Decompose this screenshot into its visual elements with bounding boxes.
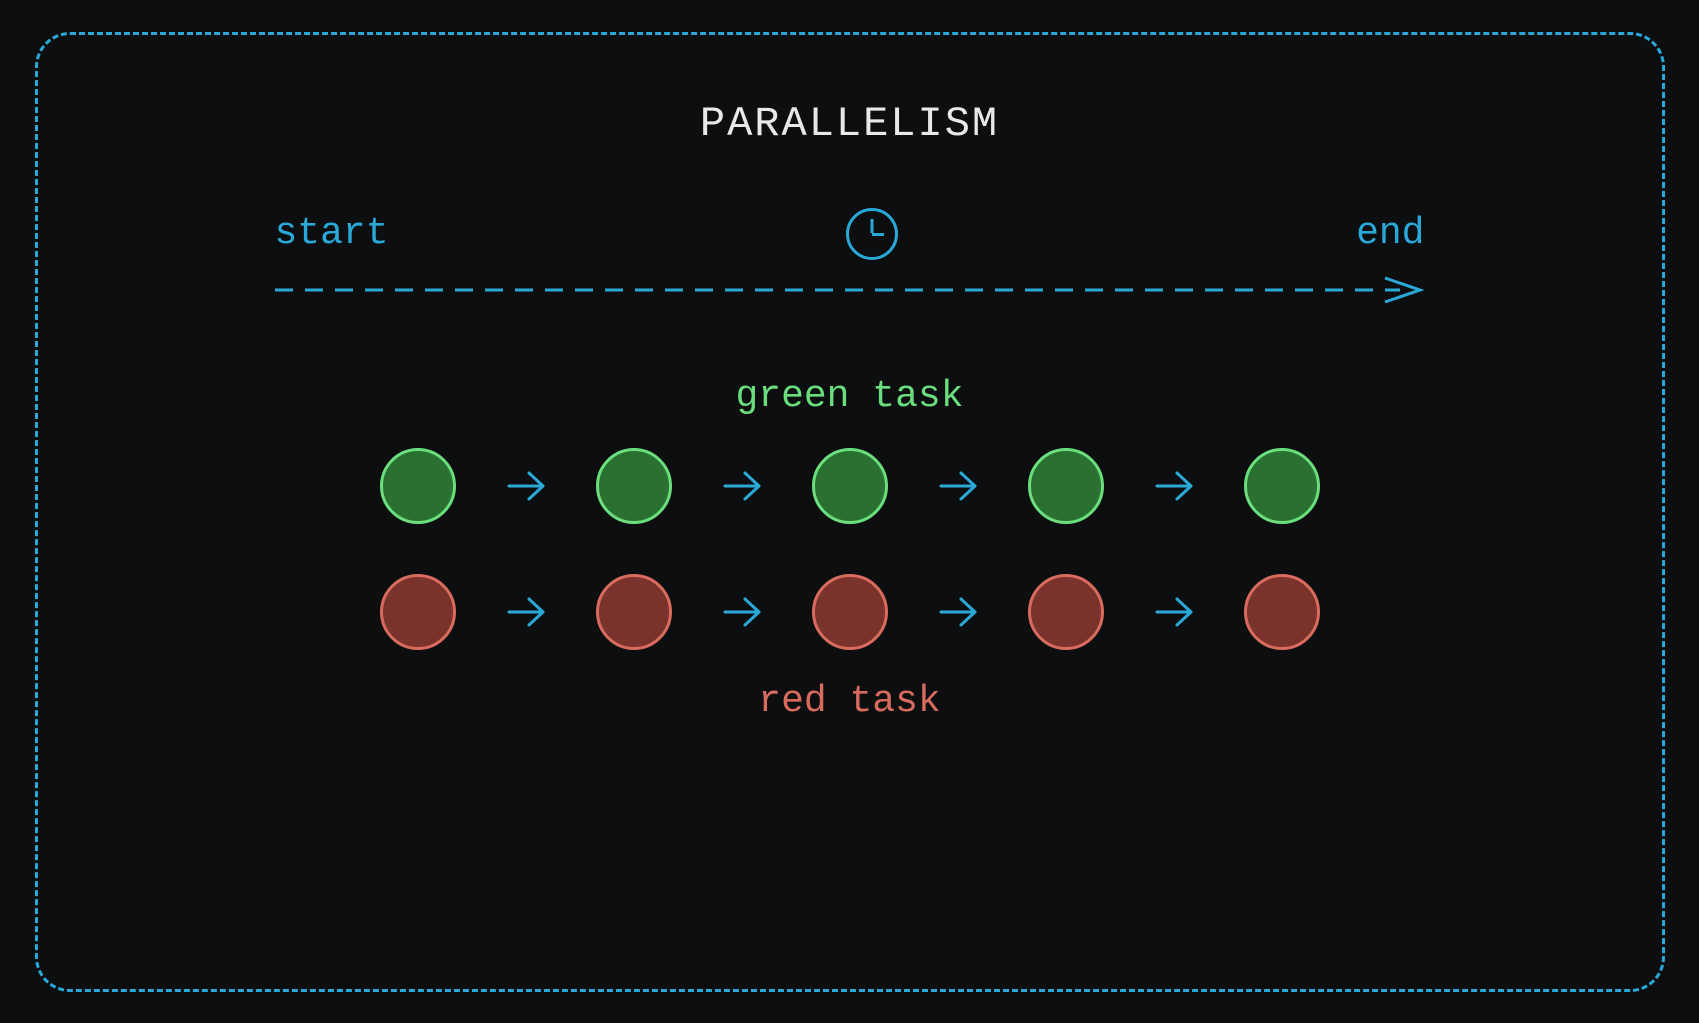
timeline-arrow [275,275,1425,305]
green-task-row [380,448,1320,524]
diagram-title: PARALLELISM [118,100,1582,148]
red-task-label: red task [758,680,940,723]
arrow-right-icon [501,587,551,637]
arrow-right-icon [1149,461,1199,511]
red-task-step [380,574,456,650]
timeline-start-label: start [275,212,389,255]
red-task-row [380,574,1320,650]
arrow-right-icon [933,461,983,511]
green-task-step [1244,448,1320,524]
arrow-right-icon [717,587,767,637]
clock-icon [846,208,898,260]
red-task-section: red task [118,574,1582,723]
timeline-labels: start end [275,208,1425,260]
arrow-right-icon [717,461,767,511]
parallelism-diagram: PARALLELISM start end green task [35,32,1665,992]
green-task-section: green task [118,375,1582,524]
green-task-step [380,448,456,524]
timeline-section: start end [118,208,1582,305]
arrow-right-icon [933,587,983,637]
timeline-end-label: end [1356,212,1424,255]
arrow-right-icon [501,461,551,511]
arrow-right-icon [1149,587,1199,637]
red-task-step [812,574,888,650]
red-task-step [1244,574,1320,650]
red-task-step [1028,574,1104,650]
green-task-step [596,448,672,524]
green-task-step [812,448,888,524]
green-task-label: green task [735,375,963,418]
red-task-step [596,574,672,650]
green-task-step [1028,448,1104,524]
